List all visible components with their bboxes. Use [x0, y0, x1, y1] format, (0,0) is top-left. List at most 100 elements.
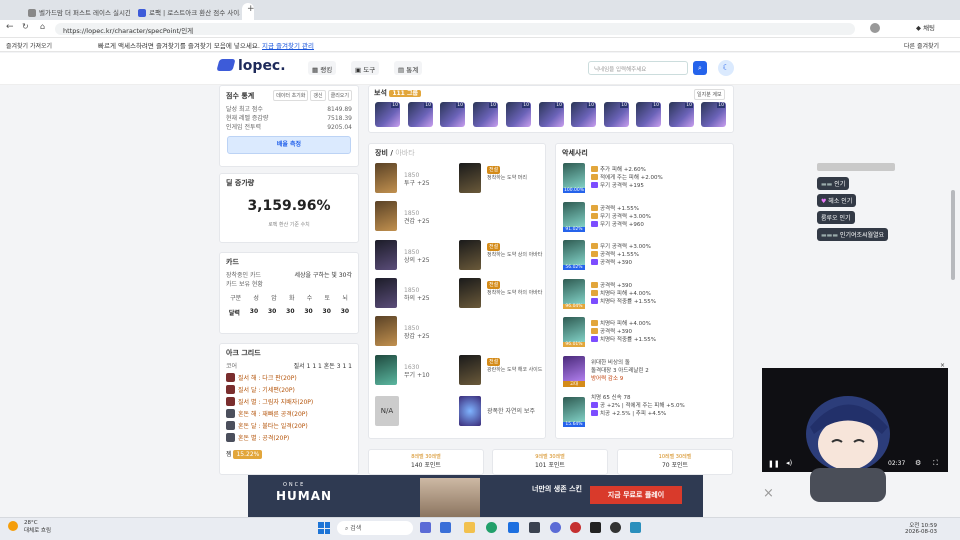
chest-icon[interactable]: [375, 240, 397, 270]
explorer-icon[interactable]: [464, 522, 475, 533]
gem-icon[interactable]: 10: [408, 102, 433, 127]
accessory-lines: 추가 피해 +2.60% 적에게 주는 피해 +2.00% 무기 공격력 +195: [591, 166, 663, 190]
avatar-top-icon[interactable]: [459, 240, 481, 270]
gem-icon[interactable]: 10: [669, 102, 694, 127]
gem-icon[interactable]: 10: [473, 102, 498, 127]
gem-icon[interactable]: 10: [571, 102, 596, 127]
card-row: 장착중인 카드 세상을 구하는 빛 30각: [226, 272, 352, 279]
browser-tab[interactable]: 벨가드맘 더 퍼스트 레이스 실시간: [22, 3, 130, 20]
chat-button[interactable]: ◆ 채팅: [916, 22, 935, 32]
ad-play-button[interactable]: 지금 무료로 플레이: [590, 486, 682, 504]
tab-equipment[interactable]: 장비: [375, 149, 388, 157]
play-pause-icon[interactable]: ❚❚: [768, 460, 780, 468]
arc-icon: [226, 409, 235, 418]
equip-item: 1850 투구 +25: [404, 172, 430, 187]
bracelet-icon[interactable]: [459, 396, 481, 426]
shoulder-icon[interactable]: [375, 201, 397, 231]
streamer-avatar: [806, 396, 890, 502]
gem-icon[interactable]: 10: [539, 102, 564, 127]
discord-icon[interactable]: [550, 522, 561, 533]
weapon-icon[interactable]: [375, 355, 397, 385]
scrollbar[interactable]: [951, 190, 955, 280]
load-button[interactable]: 클리오기: [327, 90, 352, 101]
url-bar[interactable]: https://lopec.kr/character/specPoint/인게: [55, 23, 855, 35]
gem-icon[interactable]: 10: [604, 102, 629, 127]
profile-icon[interactable]: [870, 23, 880, 33]
arc-icon: [226, 373, 235, 382]
widgets-icon[interactable]: [440, 522, 451, 533]
reset-data-button[interactable]: 데이터 초기화: [273, 90, 309, 101]
search-input[interactable]: 닉네임을 입력해주세요: [588, 61, 688, 75]
refresh-icon[interactable]: ↻: [22, 22, 29, 31]
stone-slot[interactable]: N/A: [375, 396, 399, 426]
chat-line-blurred: [817, 163, 895, 171]
gem-icon[interactable]: 10: [506, 102, 531, 127]
volume-icon[interactable]: ◂): [786, 459, 792, 467]
fullscreen-icon[interactable]: ⛶: [933, 459, 938, 468]
gloves-icon[interactable]: [375, 316, 397, 346]
refresh-button[interactable]: 갱신: [310, 90, 326, 101]
nav-ranking[interactable]: ▦ 랭킹: [308, 61, 337, 75]
deal-sub: 로펙 환산 기준 수치: [268, 222, 310, 228]
gems-button[interactable]: 일지분 계보: [694, 89, 725, 100]
accessory-pct: 96.01%: [563, 342, 585, 347]
gem-footer: 젬 15.22%: [220, 447, 358, 460]
equip-item: 1850 상의 +25: [404, 249, 430, 264]
close-pip-icon[interactable]: ×: [940, 362, 945, 369]
avatar-bottom-icon[interactable]: [459, 278, 481, 308]
arc-item[interactable]: 질서 별 : 그림자 지배자(20P): [226, 397, 352, 409]
arc-icon: [226, 385, 235, 394]
video-time: 02:37: [888, 460, 906, 467]
theme-toggle-icon[interactable]: ☾: [718, 60, 734, 76]
bracelet-name: 광폭한 자연의 보주: [487, 408, 535, 415]
app-icon[interactable]: [529, 522, 540, 533]
gem-icon[interactable]: 10: [701, 102, 726, 127]
site-logo[interactable]: lopec.: [216, 58, 286, 74]
arc-item[interactable]: 혼돈 달 : 불타는 일격(20P): [226, 421, 352, 433]
notice-text: 빠르게 액세스하려면 즐겨찾기를 즐겨찾기 모음에 넣으세요. 지금 즐겨찾기 …: [98, 42, 314, 50]
taskbar-search[interactable]: ⌕ 검색: [337, 521, 413, 535]
gem-icon[interactable]: 10: [636, 102, 661, 127]
avatar-head-icon[interactable]: [459, 163, 481, 193]
pants-icon[interactable]: [375, 278, 397, 308]
nav-stats[interactable]: ▤ 통계: [394, 61, 423, 75]
measure-button[interactable]: 배율 측정: [227, 136, 351, 154]
point-card: 9레벨 30레벨 101 포인트: [492, 449, 608, 475]
nav-tools[interactable]: ▣ 도구: [351, 61, 380, 75]
score-stats-title: 점수 통계: [226, 91, 255, 100]
card-row: 카드 보유 현황: [226, 281, 263, 288]
weather[interactable]: 28°C 대체로 흐림: [24, 520, 51, 534]
obs-icon[interactable]: [610, 522, 621, 533]
gem-icon[interactable]: 10: [375, 102, 400, 127]
manage-favorites-link[interactable]: 지금 즐겨찾기 관리: [262, 42, 314, 50]
back-icon[interactable]: ←: [6, 22, 14, 32]
store-icon[interactable]: [508, 522, 519, 533]
settings-icon[interactable]: ⚙: [915, 459, 921, 467]
edge-icon[interactable]: [486, 522, 497, 533]
arc-item[interactable]: 질서 달 : 기세편(20P): [226, 385, 352, 397]
other-favorites[interactable]: 다른 즐겨찾기: [904, 41, 939, 50]
new-tab-icon[interactable]: +: [247, 4, 255, 14]
equip-item: 1630 무기 +10: [404, 364, 430, 379]
arc-item[interactable]: 질서 해 : 다크 판(20P): [226, 373, 352, 385]
card-table-values: 달력 30 30 30 30 30 30: [228, 308, 350, 317]
start-icon[interactable]: [318, 522, 330, 534]
avatar-weapon-icon[interactable]: [459, 355, 481, 385]
equipment-tabs: 장비 / 아바타: [375, 149, 415, 157]
accessory-lines: 위대한 비상의 돌 돌격대장 3 아드레날린 2 방어력 감소 9: [591, 360, 649, 382]
clock[interactable]: 오전 10:59 2026-08-03: [905, 521, 937, 535]
search-button[interactable]: ⌕: [693, 61, 707, 75]
app-icon[interactable]: [630, 522, 641, 533]
app-icon[interactable]: [570, 522, 581, 533]
arc-item[interactable]: 혼돈 별 : 공격(20P): [226, 433, 352, 445]
tab-avatar[interactable]: 아바타: [395, 149, 414, 157]
helmet-icon[interactable]: [375, 163, 397, 193]
taskview-icon[interactable]: [420, 522, 431, 533]
arc-item[interactable]: 혼돈 해 : 재빠른 공격(20P): [226, 409, 352, 421]
home-icon[interactable]: ⌂: [40, 22, 45, 31]
app-icon[interactable]: [590, 522, 601, 533]
browser-tab[interactable]: 로팩 | 로스트아크 환산 점수 사이트: [132, 3, 240, 20]
close-ad-icon[interactable]: ×: [763, 486, 774, 501]
import-favorites[interactable]: 즐겨찾기 가져오기: [6, 41, 52, 50]
gem-icon[interactable]: 10: [440, 102, 465, 127]
